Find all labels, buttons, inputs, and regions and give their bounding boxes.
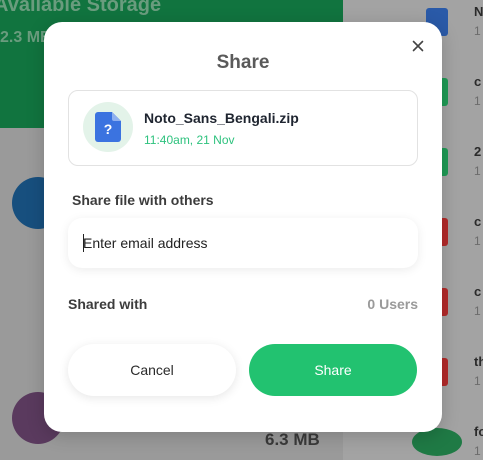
cancel-button[interactable]: Cancel [68,344,236,396]
unknown-file-icon: ? [95,112,121,142]
background-file-name: c [474,284,482,299]
users-count[interactable]: 0 Users [367,296,418,312]
background-file-name: fo [474,424,483,439]
share-section-label: Share file with others [72,192,214,208]
share-dialog: Share ? Noto_Sans_Bengali.zip 11:40am, 2… [44,22,442,432]
background-file-time: 1 [474,374,481,388]
background-file-name: c [474,74,482,89]
text-caret [83,234,84,252]
background-file-name: N [474,4,483,19]
close-icon [412,40,424,52]
background-file-time: 1 [474,24,481,38]
file-timestamp: 11:40am, 21 Nov [144,133,235,147]
file-card: ? Noto_Sans_Bengali.zip 11:40am, 21 Nov [68,90,418,166]
background-file-name: th [474,354,483,369]
file-thumb: ? [83,102,133,152]
storage-title: Available Storage [0,0,162,16]
dialog-title: Share [216,52,270,73]
share-button[interactable]: Share [249,344,417,396]
background-size-value: 6.3 MB [265,430,320,449]
file-name: Noto_Sans_Bengali.zip [144,110,299,126]
background-file-name: c [474,214,482,229]
background-file-time: 1 [474,304,481,318]
shared-with-label: Shared with [68,296,148,312]
background-file-time: 1 [474,94,481,108]
background-file-time: 1 [474,444,481,458]
file-thumb-icon [412,428,462,456]
background-file-name: 2 [474,144,482,159]
svg-text:?: ? [104,121,113,137]
background-file-time: 1 [474,164,481,178]
background-file-time: 1 [474,234,481,248]
close-button[interactable] [409,37,427,55]
background-file-row: fo 1 [412,424,483,460]
email-input[interactable] [68,218,418,268]
